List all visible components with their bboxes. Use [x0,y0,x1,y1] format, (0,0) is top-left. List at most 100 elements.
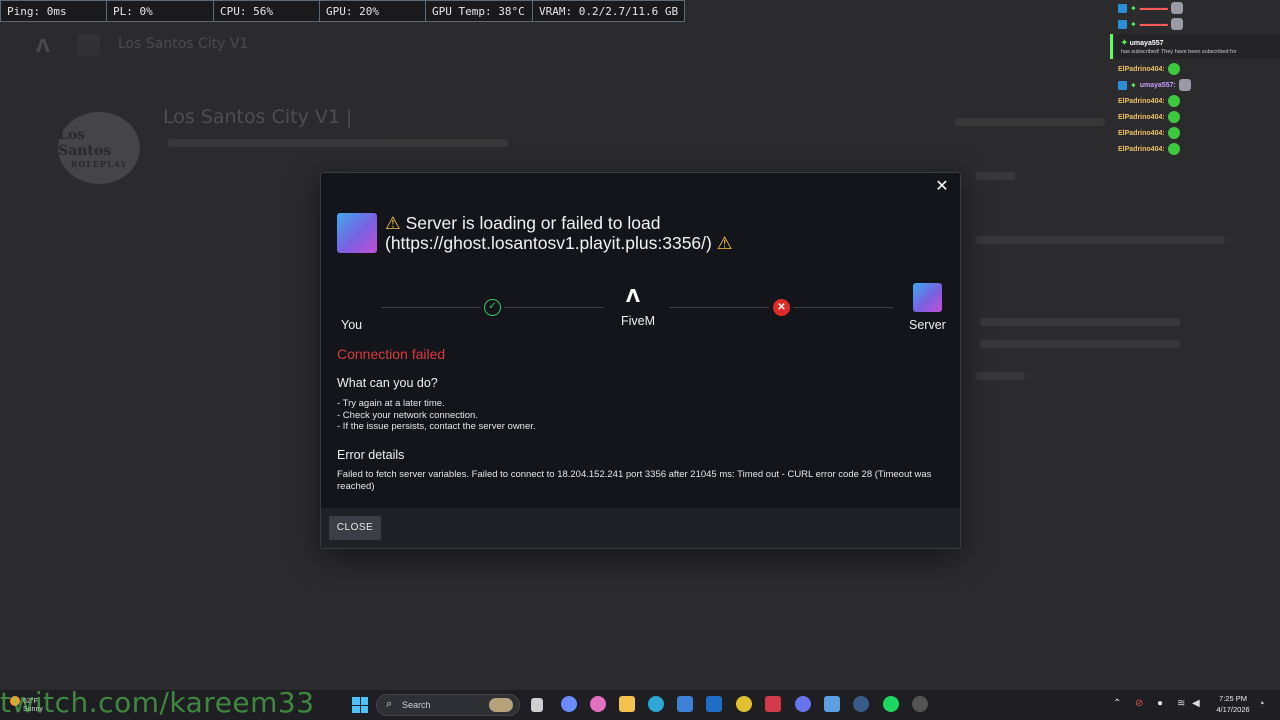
emote-icon [1170,2,1183,14]
perf-ping: Ping: 0ms [1,1,107,21]
error-details-text: Failed to fetch server variables. Failed… [337,469,932,492]
chat-message: ElPadrino404: [1110,93,1280,109]
fivem-icon: Λ [36,36,50,57]
connection-line [504,307,604,308]
server-logo-text: Los Santos [58,127,112,159]
remote-desktop-icon[interactable] [824,696,840,712]
search-icon: ⌕ [386,698,393,710]
chrome-icon[interactable] [736,696,752,712]
weather-desc: Sunny [23,706,43,713]
notification-bell-icon[interactable]: ◔ [1258,698,1265,710]
microphone-icon[interactable]: ● [1157,698,1163,709]
perf-gpu-temp: GPU Temp: 38°C [426,1,533,21]
background-text-line [955,118,1105,126]
error-x-icon: ✕ [773,299,790,316]
chat-username: ▬▬▬▬ [1139,4,1168,12]
background-text-line [975,372,1025,380]
server-icon [337,213,377,253]
perf-vram: VRAM: 0.2/2.7/11.6 GB [539,5,679,18]
chat-username: ElPadrino404: [1118,65,1165,73]
sub-username: umaya557 [1129,40,1164,47]
emote-icon [1167,95,1180,107]
weather-temp: 62°F [23,697,38,705]
fivem-logo-icon: Λ [626,286,640,307]
close-button[interactable]: CLOSE [329,516,381,540]
chat-username: ElPadrino404: [1118,129,1165,137]
file-explorer-icon[interactable] [619,696,635,712]
server-icon [913,283,942,312]
connection-status: Connection failed [337,346,446,362]
emote-icon [1167,63,1180,75]
dialog-footer: CLOSE [321,508,960,548]
taskbar: 62°F Sunny ⌕ Search ⌃ ⊘ ● ≋ ◀ 7:25 PM 4/… [0,690,1280,720]
steam-icon[interactable] [853,696,869,712]
obs-icon[interactable] [912,696,928,712]
copilot-icon[interactable] [561,696,577,712]
background-text-line [980,318,1180,326]
discord-icon[interactable] [795,696,811,712]
taskbar-search[interactable]: ⌕ Search [376,694,520,716]
badge-icon [1118,19,1127,29]
clock-date: 4/17/2026 [1216,705,1250,714]
spotify-icon[interactable] [883,696,899,712]
fivem-taskbar-icon[interactable] [765,696,781,712]
task-view-icon[interactable] [531,698,543,712]
emote-icon [1167,143,1180,155]
background-text-line [168,139,508,147]
chat-username: ElPadrino404: [1118,113,1165,121]
emote-icon [1170,18,1183,30]
connection-line [793,307,893,308]
server-label: Server [909,318,946,332]
weather-widget[interactable]: 62°F Sunny [10,696,43,713]
chat-message: ✦ umaya557: [1110,77,1280,93]
performance-overlay: Ping: 0ms PL: 0% CPU: 56% GPU: 20% GPU T… [0,0,686,22]
background-text-line [975,172,1015,180]
perf-packet-loss: PL: 0% [107,1,214,21]
outlook-icon[interactable] [706,696,722,712]
sun-icon [10,696,20,706]
error-details-heading: Error details [337,448,405,462]
connection-error-dialog: ✕ ⚠ Server is loading or failed to load … [320,172,961,549]
server-logo: Los Santos ROLEPLAY [58,112,140,184]
clock-time: 7:25 PM [1219,694,1247,703]
sub-message: has subscribed! They have been subscribe… [1121,49,1237,55]
emote-icon [1178,79,1191,91]
tip-item: - Check your network connection. [337,409,478,421]
chat-username: umaya557: [1139,81,1176,89]
server-logo-subtext: ROLEPLAY [70,159,128,169]
chat-username: ▬▬▬▬ [1139,20,1168,28]
stream-chat-overlay: ✦ ▬▬▬▬ ✦ ▬▬▬▬ ✦ umaya557 has subscribed!… [1110,0,1280,157]
edge-icon[interactable] [648,696,664,712]
chat-message: ✦ ▬▬▬▬ [1110,16,1280,32]
background-text-line [975,236,1225,244]
close-icon[interactable]: ✕ [933,178,951,196]
fivem-label: FiveM [621,314,656,328]
chat-message: ✦ ▬▬▬▬ [1110,0,1280,16]
emote-icon [1167,127,1180,139]
search-highlight-icon [489,698,513,712]
windows-start-icon[interactable] [352,697,368,713]
what-can-you-do-heading: What can you do? [337,376,438,390]
background-tab-title: Los Santos City V1 [118,36,249,52]
chevron-up-icon[interactable]: ⌃ [1113,698,1121,709]
system-clock[interactable]: 7:25 PM 4/17/2026 [1210,693,1256,715]
badge-icon [1118,80,1127,90]
dialog-title-text: Server is loading or failed to load (htt… [385,213,712,253]
sub-badge-icon: ✦ [1130,80,1137,90]
dialog-title: ⚠ Server is loading or failed to load (h… [385,213,805,253]
check-icon: ✓ [484,299,501,316]
store-icon[interactable] [677,696,693,712]
perf-cpu: CPU: 56% [214,1,320,21]
warning-icon: ⚠ [716,233,733,253]
volume-icon[interactable]: ◀ [1192,698,1200,709]
chat-message: ElPadrino404: [1110,109,1280,125]
background-text-line [980,340,1180,348]
connection-line [381,307,481,308]
tips-list: - Try again at a later time. - Check you… [337,398,536,433]
back-icon [78,34,100,56]
security-icon[interactable]: ⊘ [1135,698,1143,709]
colorful-app-icon[interactable] [590,696,606,712]
wifi-icon[interactable]: ≋ [1177,698,1185,709]
emote-icon [1167,111,1180,123]
tip-item: - Try again at a later time. [337,398,445,409]
